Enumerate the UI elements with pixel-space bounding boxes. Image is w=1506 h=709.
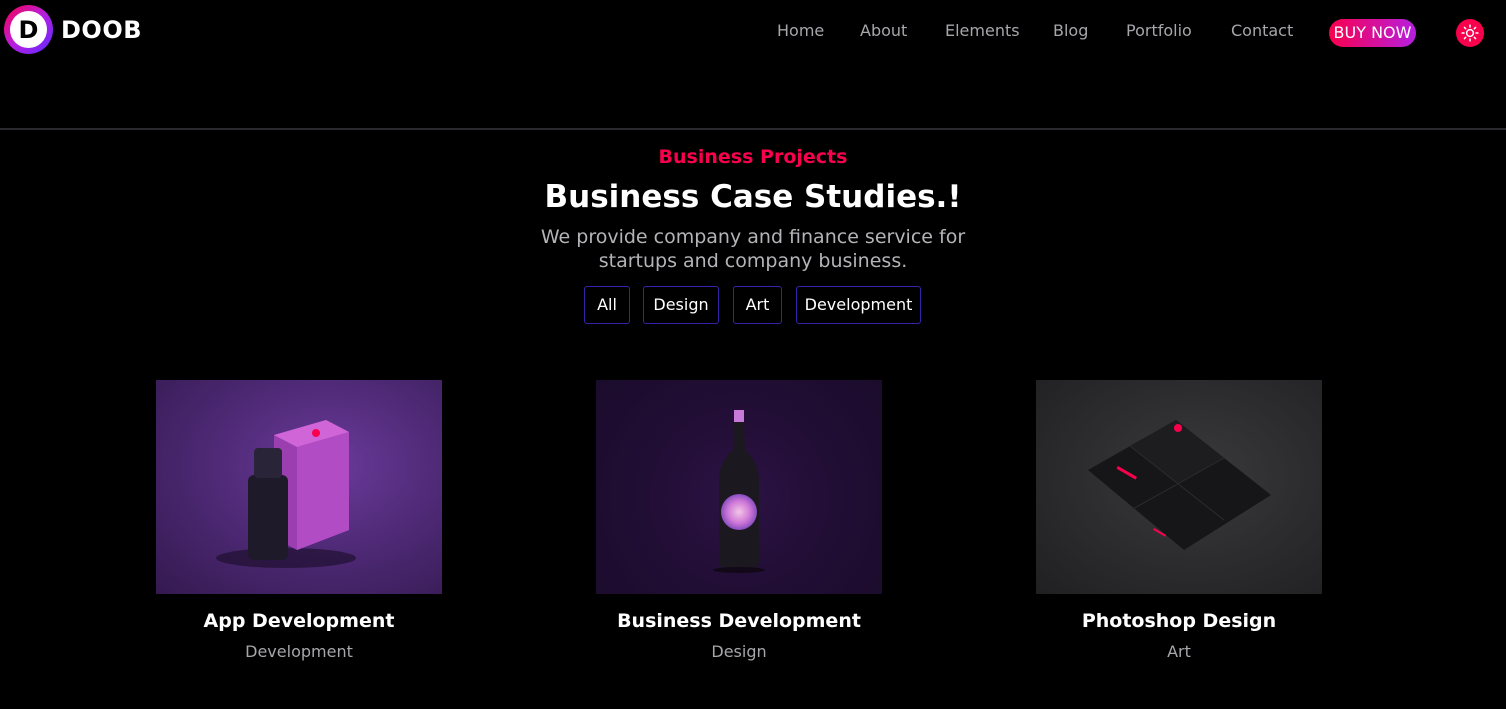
filter-all[interactable]: All: [584, 286, 630, 324]
project-card[interactable]: Business Development Design: [596, 380, 882, 661]
nav-elements[interactable]: Elements: [945, 20, 1020, 42]
brochure-illustration: [1088, 420, 1271, 550]
filter-development[interactable]: Development: [796, 286, 921, 324]
site-header: D DOOB Home About Elements Blog Portfoli…: [0, 0, 1506, 130]
project-category: Art: [1167, 642, 1191, 661]
section-title: Business Case Studies.!: [544, 179, 962, 215]
nav-contact[interactable]: Contact: [1231, 20, 1293, 42]
section-description: We provide company and finance service f…: [540, 226, 966, 272]
nav-home[interactable]: Home: [777, 20, 824, 42]
nav-blog[interactable]: Blog: [1053, 20, 1088, 42]
project-card[interactable]: Photoshop Design Art: [1036, 380, 1322, 661]
section-subtitle: Business Projects: [658, 146, 848, 168]
project-category: Design: [711, 642, 767, 661]
filter-design[interactable]: Design: [643, 286, 719, 324]
project-image-photoshop[interactable]: [1036, 380, 1322, 594]
filter-bar: All Design Art Development: [0, 286, 1506, 324]
nav-about[interactable]: About: [860, 20, 907, 42]
project-title[interactable]: Photoshop Design: [1036, 610, 1322, 632]
project-image-app[interactable]: [156, 380, 442, 594]
project-image-business[interactable]: [596, 380, 882, 594]
filter-art[interactable]: Art: [733, 286, 782, 324]
wine-bottle-illustration: [713, 410, 765, 573]
theme-toggle-button[interactable]: [1456, 19, 1484, 47]
product-box-illustration: [216, 420, 356, 568]
project-title[interactable]: Business Development: [596, 610, 882, 632]
buy-now-button[interactable]: BUY NOW: [1329, 19, 1416, 47]
project-category: Development: [245, 642, 353, 661]
main-nav: Home About Elements Blog Portfolio Conta…: [0, 20, 1506, 44]
project-card[interactable]: App Development Development: [156, 380, 442, 661]
nav-portfolio[interactable]: Portfolio: [1126, 20, 1192, 42]
sun-icon: [1461, 24, 1479, 42]
project-title[interactable]: App Development: [156, 610, 442, 632]
